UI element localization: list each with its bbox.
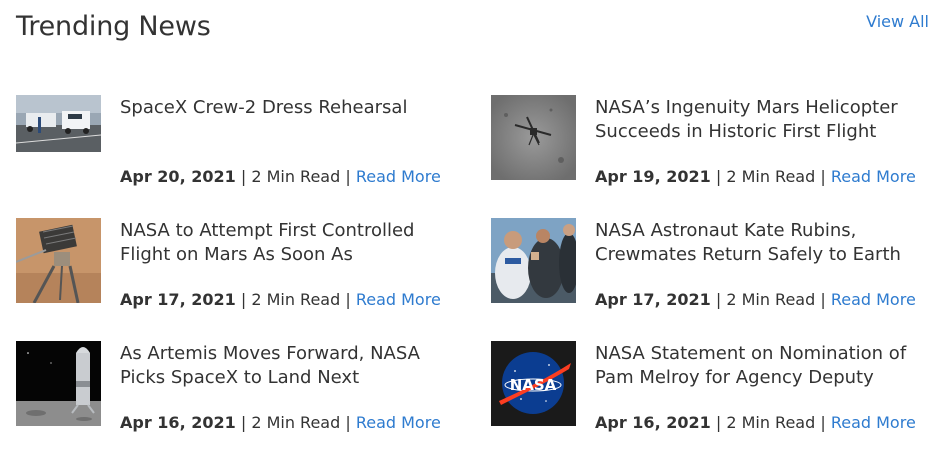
read-time: 2 Min Read <box>251 290 341 309</box>
read-time: 2 Min Read <box>726 413 816 432</box>
news-date: Apr 17, 2021 <box>595 290 711 309</box>
news-headline[interactable]: As Artemis Moves Forward, NASA Picks Spa… <box>120 342 455 390</box>
read-time: 2 Min Read <box>251 167 341 186</box>
read-time: 2 Min Read <box>726 290 816 309</box>
news-item: SpaceX Crew-2 Dress Rehearsal Apr 20, 20… <box>16 94 456 204</box>
news-item: NASA NASA Statement on Nomination of Pam… <box>491 340 931 450</box>
read-more-link[interactable]: Read More <box>356 167 441 186</box>
news-meta: Apr 16, 2021 | 2 Min Read | Read More <box>595 413 916 432</box>
read-more-link[interactable]: Read More <box>831 167 916 186</box>
news-headline[interactable]: NASA Statement on Nomination of Pam Melr… <box>595 342 930 390</box>
news-headline[interactable]: NASA to Attempt First Controlled Flight … <box>120 219 455 267</box>
nasa-logo-text: NASA <box>510 376 557 394</box>
starship-lunar-photo[interactable] <box>16 341 101 426</box>
read-more-link[interactable]: Read More <box>356 290 441 309</box>
news-item: NASA to Attempt First Controlled Flight … <box>16 217 456 327</box>
news-meta: Apr 20, 2021 | 2 Min Read | Read More <box>120 167 441 186</box>
news-item: As Artemis Moves Forward, NASA Picks Spa… <box>16 340 456 450</box>
news-meta: Apr 19, 2021 | 2 Min Read | Read More <box>595 167 916 186</box>
news-meta: Apr 17, 2021 | 2 Min Read | Read More <box>120 290 441 309</box>
view-all-link[interactable]: View All <box>866 12 929 31</box>
news-date: Apr 16, 2021 <box>120 413 236 432</box>
nasa-logo[interactable]: NASA <box>491 341 576 426</box>
news-headline[interactable]: NASA Astronaut Kate Rubins, Crewmates Re… <box>595 219 930 267</box>
read-more-link[interactable]: Read More <box>356 413 441 432</box>
section-title: Trending News <box>16 11 211 42</box>
news-meta: Apr 17, 2021 | 2 Min Read | Read More <box>595 290 916 309</box>
news-date: Apr 17, 2021 <box>120 290 236 309</box>
news-headline[interactable]: NASA’s Ingenuity Mars Helicopter Succeed… <box>595 96 930 144</box>
read-time: 2 Min Read <box>726 167 816 186</box>
read-time: 2 Min Read <box>251 413 341 432</box>
helicopter-shadow-photo[interactable] <box>491 95 576 180</box>
astronaut-landing-photo[interactable] <box>491 218 576 303</box>
news-date: Apr 16, 2021 <box>595 413 711 432</box>
news-meta: Apr 16, 2021 | 2 Min Read | Read More <box>120 413 441 432</box>
news-headline[interactable]: SpaceX Crew-2 Dress Rehearsal <box>120 96 455 120</box>
read-more-link[interactable]: Read More <box>831 413 916 432</box>
news-item: NASA Astronaut Kate Rubins, Crewmates Re… <box>491 217 931 327</box>
news-item: NASA’s Ingenuity Mars Helicopter Succeed… <box>491 94 931 204</box>
news-date: Apr 19, 2021 <box>595 167 711 186</box>
crew-vehicles-photo[interactable] <box>16 95 101 152</box>
news-date: Apr 20, 2021 <box>120 167 236 186</box>
mars-helicopter-photo[interactable] <box>16 218 101 303</box>
read-more-link[interactable]: Read More <box>831 290 916 309</box>
